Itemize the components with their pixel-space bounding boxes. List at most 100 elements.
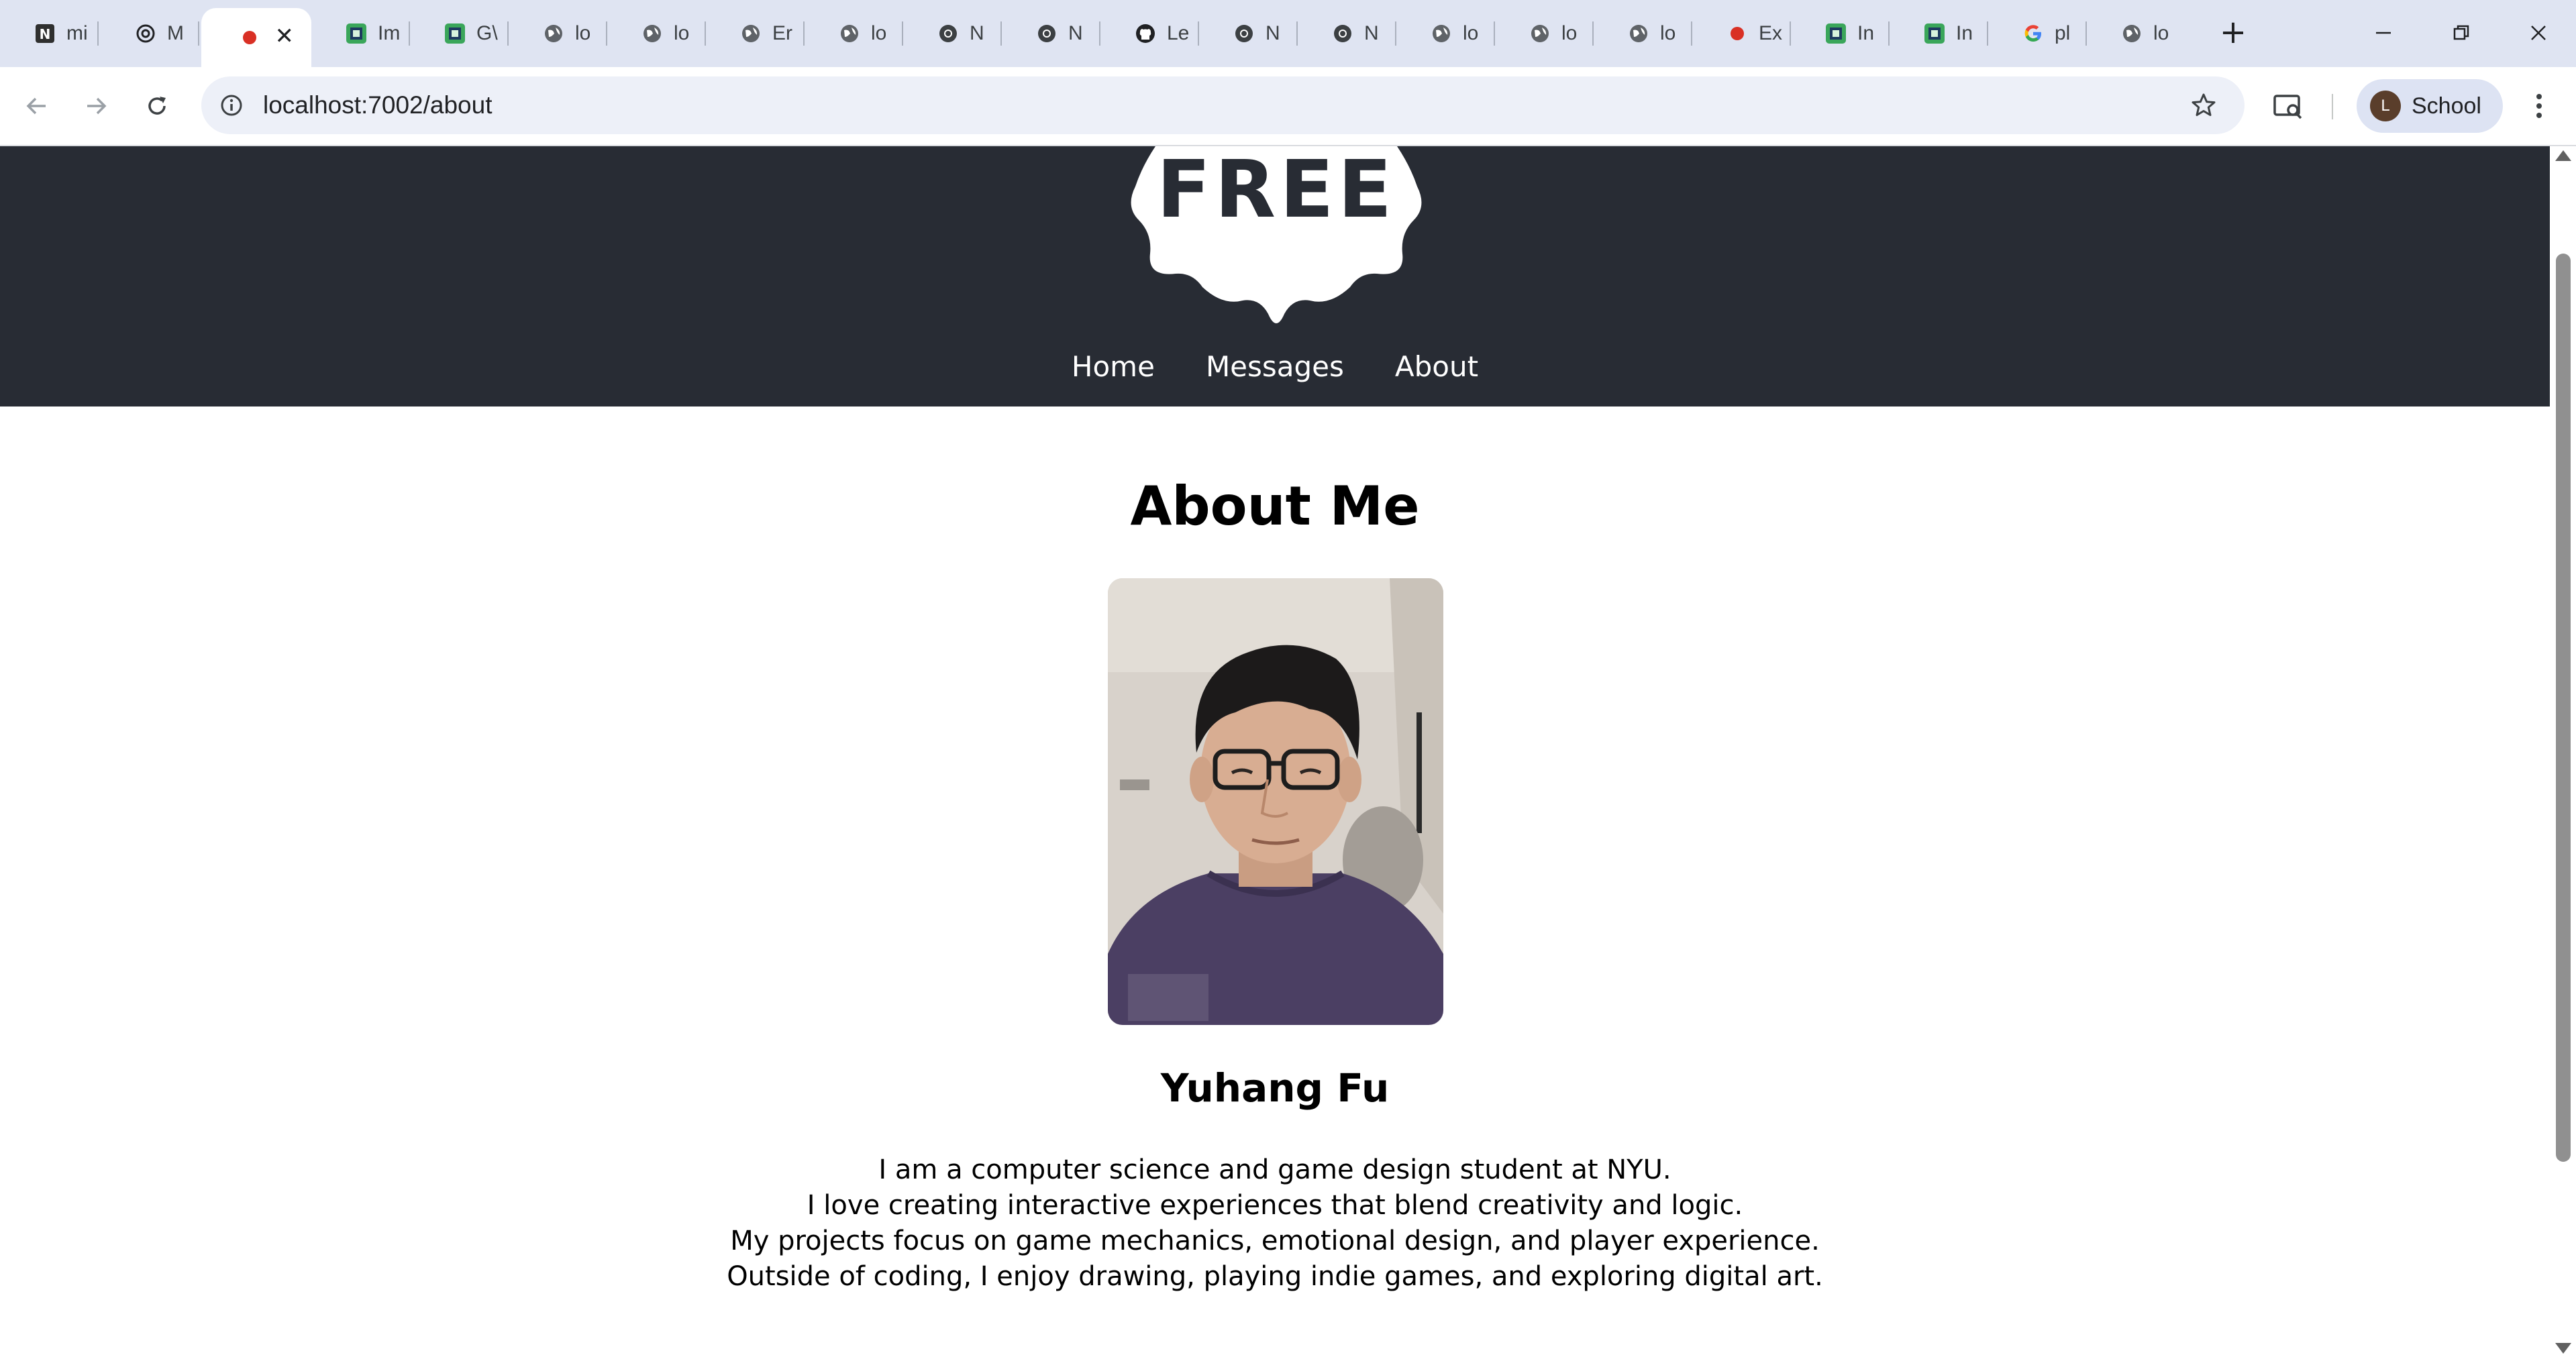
tab-title: Im <box>378 22 401 44</box>
browser-tab[interactable]: lo <box>2087 9 2185 58</box>
notion-icon: N <box>33 21 57 46</box>
browser-tab[interactable]: Er <box>706 9 805 58</box>
browser-toolbar: localhost:7002/about L School <box>0 67 2576 146</box>
browser-tab-active[interactable]: ✕ <box>201 8 311 67</box>
browser-tab[interactable]: M <box>101 9 199 58</box>
pixel-art-icon <box>443 21 467 46</box>
pixel-art-icon <box>1922 21 1947 46</box>
site-info-icon[interactable] <box>216 90 247 121</box>
browser-tab[interactable]: In <box>1890 9 1988 58</box>
address-bar[interactable]: localhost:7002/about <box>201 76 2245 134</box>
browser-tab[interactable]: lo <box>1495 9 1594 58</box>
scrollbar-thumb[interactable] <box>2556 254 2571 1162</box>
tab-title: Ex <box>1759 22 1783 44</box>
tab-title: N <box>1364 22 1379 44</box>
scroll-up-arrow-icon[interactable] <box>2555 150 2571 161</box>
tab-title: G\ <box>476 22 498 44</box>
browser-tab[interactable]: N <box>1199 9 1298 58</box>
tab-title: lo <box>674 22 690 44</box>
arrow-left-icon <box>26 97 46 115</box>
recording-dot-icon <box>1725 21 1749 46</box>
tab-title: Le <box>1167 22 1190 44</box>
tab-title: Er <box>772 22 792 44</box>
openai-icon <box>134 21 158 46</box>
profile-button[interactable]: L School <box>2357 79 2503 133</box>
browser-tab[interactable]: Ex <box>1692 9 1791 58</box>
browser-tab[interactable]: N <box>1298 9 1396 58</box>
new-tab-button[interactable]: + <box>2214 13 2252 51</box>
browser-tab[interactable]: In <box>1791 9 1890 58</box>
chrome-icon <box>936 21 960 46</box>
tab-title: lo <box>1463 22 1479 44</box>
browser-tab[interactable]: Im <box>311 9 410 58</box>
main-nav: Home Messages About <box>0 350 2550 383</box>
tab-search-icon[interactable] <box>2267 85 2310 127</box>
page-title: About Me <box>1130 475 1420 537</box>
nav-link-about[interactable]: About <box>1395 350 1478 383</box>
tab-title: N <box>1068 22 1083 44</box>
recording-dot-icon <box>238 25 262 50</box>
menu-kebab-icon[interactable] <box>2518 85 2561 127</box>
scroll-down-arrow-icon[interactable] <box>2555 1343 2571 1354</box>
toolbar-divider <box>2332 94 2333 119</box>
tab-title: In <box>1956 22 1973 44</box>
browser-tab[interactable]: G\ <box>410 9 509 58</box>
tab-title: lo <box>871 22 887 44</box>
page-content: FREE Home Messages About About Me Yuhang… <box>0 146 2550 1355</box>
browser-tab[interactable]: N <box>1002 9 1100 58</box>
page-scrollbar[interactable] <box>2550 146 2576 1355</box>
bio-text: I am a computer science and game design … <box>0 1152 2550 1295</box>
reload-button[interactable] <box>134 83 180 129</box>
tab-title: M <box>167 22 184 44</box>
browser-tab[interactable]: Le <box>1100 9 1199 58</box>
tab-title: mi <box>66 22 88 44</box>
browser-tab[interactable]: lo <box>805 9 903 58</box>
close-tab-icon[interactable]: ✕ <box>275 23 295 50</box>
restore-button[interactable] <box>2428 11 2495 55</box>
minimize-button[interactable] <box>2350 11 2417 55</box>
back-button[interactable] <box>13 83 59 129</box>
chrome-icon <box>1232 21 1256 46</box>
reload-icon <box>148 97 166 115</box>
browser-tab[interactable]: lo <box>1594 9 1692 58</box>
globe-icon <box>1528 21 1552 46</box>
nav-link-home[interactable]: Home <box>1072 350 1155 383</box>
site-header: FREE Home Messages About <box>0 146 2550 406</box>
bio-line: Outside of coding, I enjoy drawing, play… <box>727 1261 1823 1292</box>
tab-title: lo <box>575 22 591 44</box>
browser-tab[interactable]: lo <box>1396 9 1495 58</box>
github-icon <box>1133 21 1157 46</box>
chrome-icon <box>1331 21 1355 46</box>
bookmark-star-icon[interactable] <box>2187 89 2220 122</box>
tab-title: lo <box>1660 22 1676 44</box>
avatar: L <box>2370 91 2401 121</box>
profile-name: School <box>2412 93 2481 119</box>
google-icon <box>2021 21 2045 46</box>
browser-tab[interactable]: N <box>903 9 1002 58</box>
bio-line: My projects focus on game mechanics, emo… <box>730 1226 1820 1256</box>
bio-line: I am a computer science and game design … <box>878 1154 1671 1185</box>
forward-button[interactable] <box>74 83 119 129</box>
pixel-art-icon <box>1824 21 1848 46</box>
bio-line: I love creating interactive experiences … <box>807 1190 1743 1221</box>
close-window-button[interactable] <box>2505 11 2572 55</box>
nav-link-messages[interactable]: Messages <box>1206 350 1344 383</box>
tab-title: N <box>970 22 984 44</box>
url-text[interactable]: localhost:7002/about <box>263 76 493 134</box>
browser-tab[interactable]: N mi <box>0 9 99 58</box>
tab-title: In <box>1857 22 1875 44</box>
globe-icon <box>739 21 763 46</box>
globe-icon <box>1429 21 1453 46</box>
browser-tab[interactable]: lo <box>509 9 607 58</box>
svg-text:N: N <box>40 26 51 42</box>
site-logo[interactable]: FREE <box>1129 146 1424 333</box>
globe-icon <box>1627 21 1651 46</box>
arrow-right-icon <box>87 97 107 115</box>
globe-icon <box>542 21 566 46</box>
logo-text: FREE <box>1156 146 1396 235</box>
globe-icon <box>640 21 664 46</box>
browser-tab[interactable]: pl <box>1988 9 2087 58</box>
person-name: Yuhang Fu <box>1160 1065 1390 1111</box>
browser-tab[interactable]: lo <box>607 9 706 58</box>
globe-icon <box>2120 21 2144 46</box>
